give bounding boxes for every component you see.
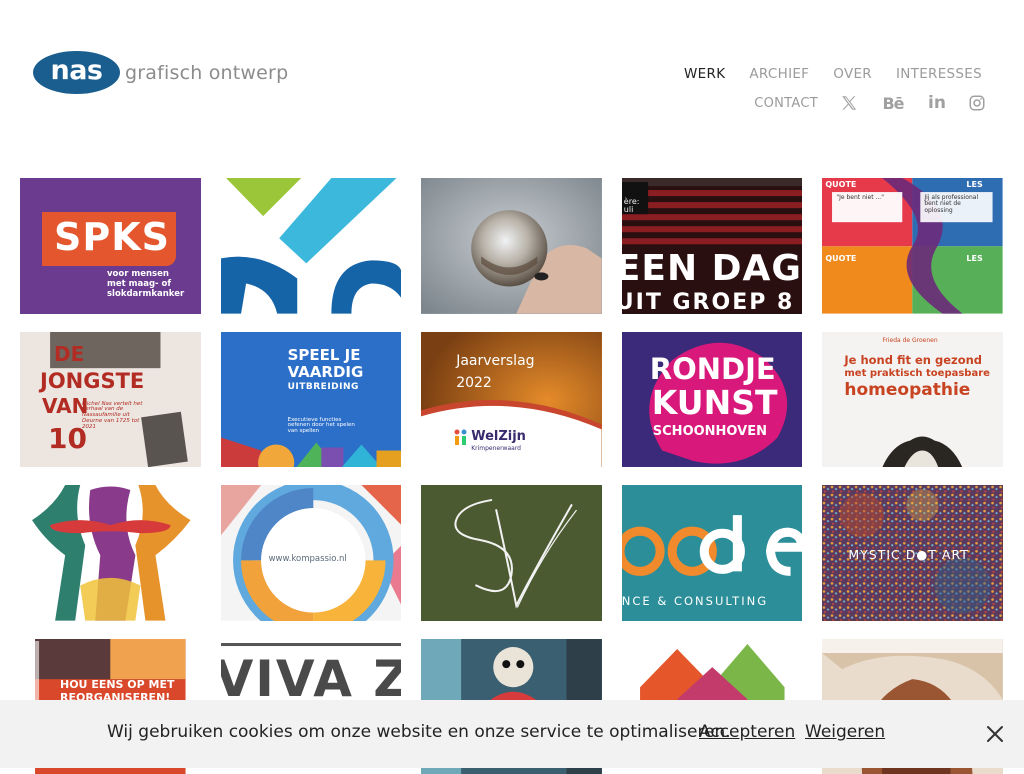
instagram-icon[interactable] [968,94,986,112]
nav-werk[interactable]: WERK [684,66,725,82]
jongste-line2: JONGSTE [40,368,145,393]
jongste-sub: Michel Nas vertelt het verhaal van de Na… [82,400,143,430]
hond-line2: met praktisch toepasbare [844,367,990,379]
glass-ball-photo [421,178,602,314]
nav-over[interactable]: OVER [833,66,872,82]
portfolio-tile-hond[interactable]: Frieda de Groenen Je hond fit en gezond … [822,331,1003,468]
jaarverslag-line1: Jaarverslag [456,352,535,369]
portfolio-tile-mystic[interactable]: MYSTIC D●T ART [822,485,1003,621]
spks-sub1: voor mensen [107,269,169,279]
speel-line1: SPEEL JE [287,345,361,364]
hond-line3: homeopathie [844,379,971,400]
speel-sub: Executieve functies oefenen door het spe… [287,416,355,435]
cookie-accept-link[interactable]: Accepteren [699,722,795,742]
secondary-nav: CONTACT Bē in [754,93,986,113]
portfolio-tile-quote-les[interactable]: QUOTE LES QUOTE LES "Je bent niet ..." J… [822,178,1003,314]
quote-body-1: "Je bent niet ..." [836,194,884,201]
jaarverslag-line2: 2022 [456,374,492,391]
reorganiseren-line1: HOU EENS OP MET [60,677,175,691]
logo-link[interactable]: nas grafisch ontwerp [33,51,288,94]
portfolio-tile-glass-ball[interactable] [421,178,602,314]
quote-label-1: QUOTE [825,180,857,189]
welzijn-logo-icon [453,428,469,446]
spks-sub3: slokdarmkanker [107,289,185,299]
jaarverslag-brand: WelZijn [471,428,526,444]
jongste-line1: DE [54,341,85,366]
quote-label-2: QUOTE [825,254,857,263]
linkedin-icon[interactable]: in [928,93,946,113]
portfolio-tile-monogram[interactable] [421,485,602,621]
quote-body-2: Jij als professional bent niet de oploss… [924,194,979,214]
een-dag-sign: ère: uli [623,197,640,215]
portfolio-tile-jongste[interactable]: DE JONGSTE VAN 10 Michel Nas vertelt het… [20,331,201,468]
nav-interesses[interactable]: INTERESSES [896,66,982,82]
een-dag-line2: UIT GROEP 8 [621,290,795,314]
close-icon[interactable] [985,724,1005,744]
portfolio-tile-jaarverslag[interactable]: Jaarverslag 2022 WelZijn Krimpenerwaard [421,331,602,468]
les-label-2: LES [966,254,983,263]
rondje-line1: RONDJE [649,351,776,386]
rondje-line3: SCHOONHOVEN [652,423,767,439]
cookie-decline-link[interactable]: Weigeren [805,722,885,742]
portfolio-tile-speel[interactable]: SPEEL JE VAARDIG UITBREIDING Executieve … [220,331,402,468]
behance-icon[interactable]: Bē [880,94,906,113]
portfolio-tile-oode[interactable]: NCE & CONSULTING [621,485,803,621]
kompassio-url: www.kompassio.nl [268,554,347,565]
nav-archief[interactable]: ARCHIEF [749,66,809,82]
cookie-banner: Wij gebruiken cookies om onze website en… [0,700,1024,768]
viva-text: VIVA Z [220,649,402,708]
logo-text: grafisch ontwerp [125,61,289,84]
portfolio-tile-shapes[interactable] [220,178,402,314]
spks-sub2: met maag- of [107,279,172,289]
spks-title: SPKS [54,215,171,259]
logo-mark: nas [33,51,120,94]
hond-author: Frieda de Groenen [882,336,938,344]
portfolio-tile-figures[interactable] [20,485,201,621]
kompassio-artwork [220,485,402,621]
x-icon[interactable] [840,94,858,112]
speel-line2: VAARDIG [287,362,364,381]
oode-sub: NCE & CONSULTING [621,594,769,609]
rondje-line2: KUNST [651,382,778,422]
portfolio-tile-kompassio[interactable]: www.kompassio.nl [220,485,402,621]
een-dag-line1: EEN DAG [621,248,802,289]
portfolio-tile-rondje[interactable]: RONDJE KUNST SCHOONHOVEN [621,331,803,468]
main-nav: WERK ARCHIEF OVER INTERESSES [660,66,982,82]
speel-line3: UITBREIDING [287,381,359,392]
shapes-artwork [220,178,402,314]
cookie-message: Wij gebruiken cookies om onze website en… [107,722,731,742]
portfolio-grid: SPKS voor mensen met maag- of slokdarmka… [20,178,1003,774]
portfolio-tile-een-dag[interactable]: ère: uli EEN DAG UIT GROEP 8 [621,178,803,314]
hond-line1: Je hond fit en gezond [844,352,983,367]
les-label-1: LES [966,180,983,189]
figures-artwork [32,485,191,621]
jaarverslag-brand-sub: Krimpenerwaard [471,444,521,452]
nav-contact[interactable]: CONTACT [754,96,818,111]
portfolio-tile-spks[interactable]: SPKS voor mensen met maag- of slokdarmka… [20,178,201,314]
mystic-title: MYSTIC D●T ART [848,547,969,563]
monogram-artwork [421,485,602,621]
